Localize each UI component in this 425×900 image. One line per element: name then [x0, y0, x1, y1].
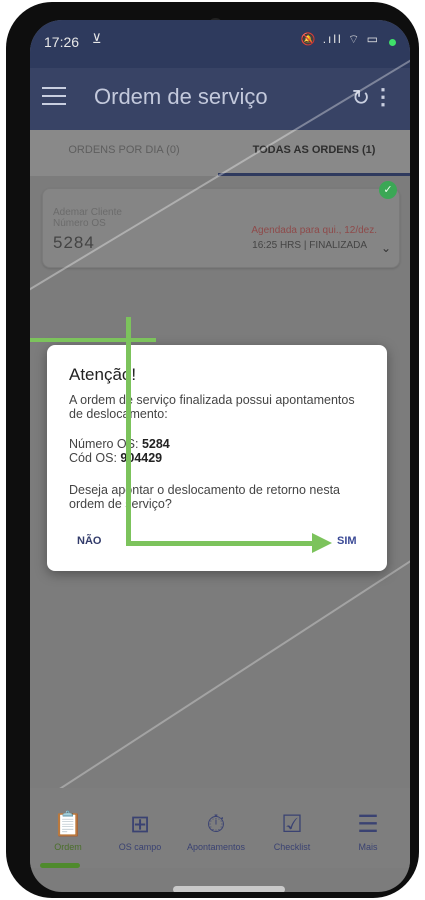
- checklist-icon: ☑: [281, 811, 303, 838]
- bottom-nav: 📋 Ordem ⊞ OS campo ⏱ Apontamentos ☑ Chec…: [30, 788, 410, 868]
- order-schedule: Agendada para qui., 12/dez.: [251, 225, 377, 236]
- nav-item-ordem[interactable]: 📋 Ordem: [30, 811, 106, 853]
- tab-orders-by-day[interactable]: ORDENS POR DIA (0): [30, 144, 218, 156]
- status-icons: 🔕 .ıll ⌔ ▭: [300, 32, 380, 46]
- nav-active-indicator: [40, 863, 80, 868]
- nav-label: Checklist: [273, 842, 311, 852]
- dialog-question: Deseja apontar o deslocamento de retorno…: [69, 483, 341, 511]
- menu-icon[interactable]: [42, 87, 66, 107]
- clipboard-icon: 📋: [53, 811, 83, 838]
- no-button[interactable]: NÃO: [77, 535, 101, 547]
- annotation-arrow-segment: [126, 541, 312, 546]
- more-vert-icon[interactable]: ⋮: [372, 84, 394, 110]
- nav-label: Ordem: [54, 842, 82, 852]
- order-number: 5284: [53, 233, 95, 252]
- nav-item-os-campo[interactable]: ⊞ OS campo: [102, 811, 178, 853]
- os-code-label: Cód OS:: [69, 451, 121, 465]
- tab-all-orders[interactable]: TODAS AS ORDENS (1): [218, 144, 410, 156]
- arrow-head-icon: [312, 533, 332, 553]
- app-bar: Ordem de serviço ↻ ⋮: [30, 68, 410, 130]
- order-number-label: Número OS: [53, 218, 106, 229]
- order-card[interactable]: Ademar Cliente Número OS 5284 Agendada p…: [42, 188, 400, 268]
- order-time-status: 16:25 HRS | FINALIZADA: [252, 240, 367, 251]
- status-dot: [389, 39, 396, 46]
- order-client: Ademar Cliente: [53, 207, 122, 218]
- chevron-down-icon[interactable]: ⌄: [381, 241, 391, 255]
- nav-item-apontamentos[interactable]: ⏱ Apontamentos: [178, 811, 254, 853]
- page-title: Ordem de serviço: [94, 84, 268, 109]
- os-number-value: 5284: [141, 437, 170, 451]
- nav-item-mais[interactable]: ☰ Mais: [330, 811, 406, 853]
- tab-bar: ORDENS POR DIA (0) TODAS AS ORDENS (1): [30, 130, 410, 176]
- active-tab-indicator: [218, 173, 410, 176]
- nav-label: Mais: [358, 842, 378, 852]
- dialog-message: A ordem de serviço finalizada possui apo…: [69, 393, 355, 421]
- nav-label: OS campo: [118, 842, 162, 852]
- annotation-arrow-segment: [30, 338, 156, 342]
- home-gesture-bar[interactable]: [173, 886, 285, 892]
- stopwatch-icon: ⏱: [206, 811, 226, 838]
- dialog-os-code: Cód OS: 904429: [69, 451, 162, 465]
- check-circle-icon: ✓: [379, 181, 397, 199]
- status-time: 17:26: [44, 34, 80, 50]
- cast-icon: ⊻: [92, 31, 102, 46]
- nav-item-checklist[interactable]: ☑ Checklist: [254, 811, 330, 853]
- screen: 17:26 ⊻ 🔕 .ıll ⌔ ▭ Ordem de serviço ↻ ⋮ …: [30, 20, 410, 892]
- hamburger-icon: ☰: [357, 811, 379, 838]
- alert-dialog: Atenção! A ordem de serviço finalizada p…: [47, 345, 387, 571]
- phone-frame: 17:26 ⊻ 🔕 .ıll ⌔ ▭ Ordem de serviço ↻ ⋮ …: [6, 2, 419, 898]
- nav-label: Apontamentos: [186, 842, 246, 852]
- status-bar: 17:26 ⊻ 🔕 .ıll ⌔ ▭: [30, 20, 410, 68]
- clipboard-plus-icon: ⊞: [129, 811, 151, 838]
- annotation-arrow-segment: [126, 317, 131, 545]
- yes-button[interactable]: SIM: [337, 535, 357, 547]
- dialog-os-number: Número OS: 5284: [69, 437, 170, 451]
